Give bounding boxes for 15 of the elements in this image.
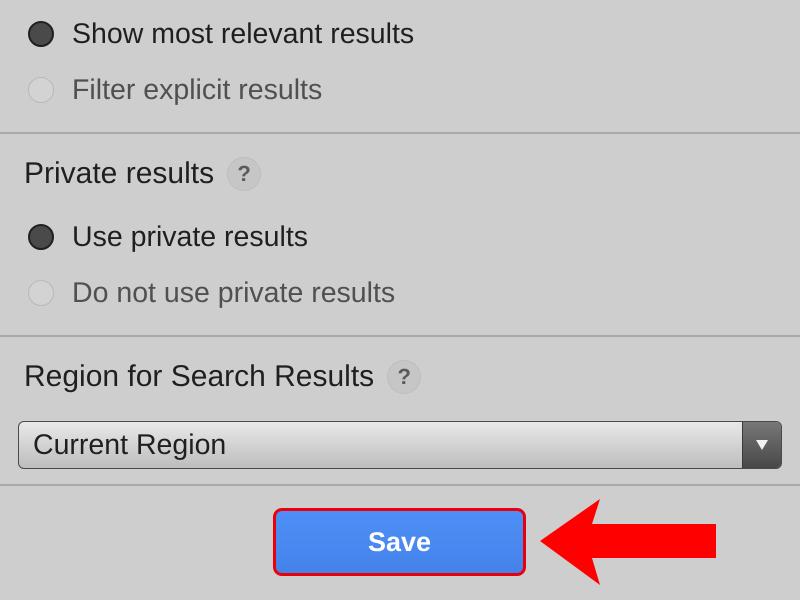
radio-button[interactable] <box>28 77 54 103</box>
radio-button[interactable] <box>28 224 54 250</box>
radio-button[interactable] <box>28 21 54 47</box>
caret-icon <box>742 422 781 468</box>
section-heading: Region for Search Results <box>24 360 374 394</box>
region-dropdown[interactable]: Current Region <box>18 421 782 469</box>
help-button[interactable]: ? <box>227 157 262 191</box>
help-button[interactable]: ? <box>387 360 422 394</box>
option-label[interactable]: Use private results <box>72 220 308 254</box>
section-heading: Private results <box>24 157 214 191</box>
option-label[interactable]: Show most relevant results <box>72 18 414 50</box>
radio-button[interactable] <box>28 280 54 306</box>
option-label[interactable]: Filter explicit results <box>72 74 322 106</box>
save-button[interactable]: Save <box>273 508 526 576</box>
option-label[interactable]: Do not use private results <box>72 276 396 310</box>
